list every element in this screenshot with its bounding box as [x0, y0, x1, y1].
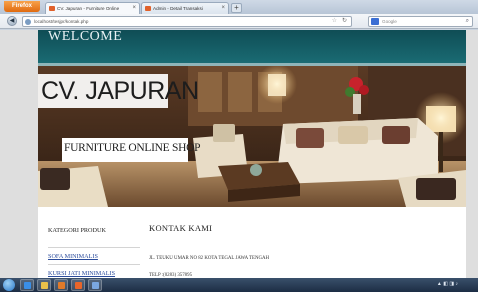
brand-name: CV. JAPURAN [41, 77, 199, 105]
tagline-box: FURNITURE ONLINE SHOP [62, 138, 200, 162]
category-link-sofa[interactable]: SOFA MINIMALIS [48, 253, 98, 260]
favicon-icon [145, 6, 151, 11]
search-icon[interactable]: ⌕ [466, 17, 469, 26]
google-icon [371, 18, 379, 25]
windows-start-icon[interactable] [3, 279, 15, 291]
windows-taskbar: ▲ ◧ ◨ ♪ ​ [0, 278, 478, 292]
back-arrow-icon[interactable]: ◀ [7, 16, 17, 26]
hero-banner: CV. JAPURAN FURNITURE ONLINE SHOP [38, 66, 466, 207]
close-icon[interactable]: × [132, 3, 136, 14]
system-tray: ▲ ◧ ◨ ♪ [436, 281, 458, 287]
welcome-heading: WELCOME [48, 30, 123, 44]
site-header: WELCOME [38, 30, 466, 63]
page-margin-right [466, 30, 478, 278]
category-link-kursi-jati[interactable]: KURSI JATI MINIMALIS [48, 270, 115, 277]
navigation-bar: ◀ localhost/tesjpr/kontak.php ☆ ↻ Google… [0, 14, 478, 29]
tab-admin[interactable]: Admin - Detail Transaksi × [141, 2, 229, 14]
tab-japuran[interactable]: CV. Japuran - Furniture Online × [45, 2, 140, 14]
taskbar-firefox-icon[interactable] [71, 279, 85, 291]
taskbar-folder-icon[interactable] [37, 279, 51, 291]
content-area: KATEGORI PRODUK SOFA MINIMALIS KURSI JAT… [38, 207, 466, 278]
tagline: FURNITURE ONLINE SHOP [64, 142, 201, 154]
taskbar-app-icon[interactable] [88, 279, 102, 291]
page-margin-left [0, 30, 38, 278]
globe-icon [25, 19, 31, 25]
star-icon[interactable]: ☆ [332, 17, 337, 26]
browser-tab-strip: Firefox CV. Japuran - Furniture Online ×… [0, 0, 478, 14]
tab-title: Admin - Detail Transaksi [153, 6, 203, 11]
close-icon[interactable]: × [221, 3, 225, 14]
taskbar-media-icon[interactable] [54, 279, 68, 291]
search-input[interactable]: Google ⌕ [368, 16, 473, 27]
new-tab-button[interactable]: + [231, 3, 242, 13]
page-viewport: WELCOME CV. JAPURAN FURNITURE ONLINE SHO… [0, 30, 478, 278]
url-text: localhost/tesjpr/kontak.php [34, 19, 89, 24]
firefox-menu-button[interactable]: Firefox [4, 1, 40, 12]
divider [48, 264, 140, 265]
search-placeholder: Google [382, 19, 397, 24]
contact-address: JL. TEUKU UMAR NO 82 KOTA TEGAL JAWA TEN… [149, 256, 270, 261]
taskbar-ie-icon[interactable] [20, 279, 34, 291]
tab-title: CV. Japuran - Furniture Online [57, 6, 120, 11]
screen: Firefox CV. Japuran - Furniture Online ×… [0, 0, 478, 292]
address-bar[interactable]: localhost/tesjpr/kontak.php ☆ ↻ [22, 16, 352, 27]
divider [48, 247, 140, 248]
reload-icon[interactable]: ↻ [342, 17, 347, 26]
favicon-icon [49, 6, 55, 11]
category-title: KATEGORI PRODUK [48, 227, 106, 234]
logo-box: CV. JAPURAN [38, 74, 199, 108]
contact-title: KONTAK KAMI [149, 223, 213, 233]
